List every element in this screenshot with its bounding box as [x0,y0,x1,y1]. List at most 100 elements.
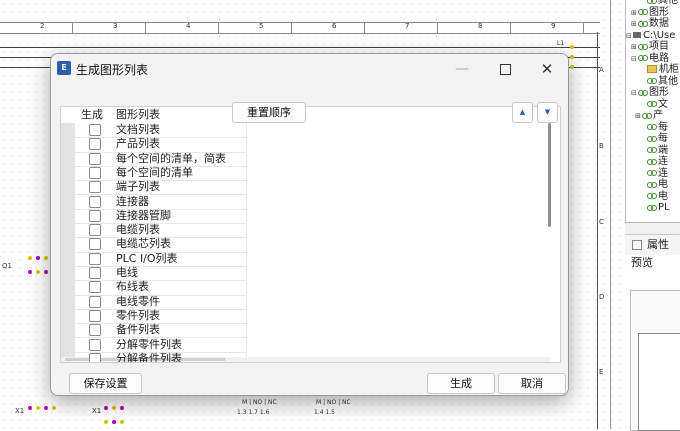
contact-numbers-1: 1.3 1.7 1.6 [237,409,270,416]
generate-checkbox[interactable] [89,166,101,179]
maximize-button[interactable] [484,54,526,84]
move-up-button[interactable]: ▲ [512,102,533,123]
ruler-number: 9 [551,22,556,30]
tree-item[interactable]: ⊟ C:\Use [626,30,675,41]
cancel-button[interactable]: 取消 [498,373,566,394]
tree-item[interactable]: ⊟ 电路 [631,53,669,64]
generate-checkbox[interactable] [89,324,101,337]
chain-icon [642,112,652,119]
tree-item[interactable]: ⊞ 产 [635,110,663,121]
tree-item[interactable]: 每 [640,122,668,133]
contact-header-2: M | NO | NC [316,399,351,406]
tree-item[interactable]: 每 [640,133,668,144]
generate-checkbox[interactable] [89,281,101,294]
tree-item[interactable]: 连 [640,156,668,167]
sheet-outer-border [610,0,611,429]
generate-checkbox[interactable] [89,195,101,208]
table-row[interactable]: 分解零件列表 [75,338,247,353]
tree-item[interactable]: ⊞ 项目 [631,41,669,52]
tree-expander-icon[interactable]: ⊟ [626,31,633,42]
tree-item-label: 机柜 [659,64,679,75]
table-row[interactable]: 布线表 [75,280,247,296]
table-row[interactable]: PLC I/O列表 [75,252,247,267]
table-row[interactable]: 分解备件列表 [75,352,247,362]
generate-checkbox[interactable] [89,238,101,251]
chain-icon [647,169,657,176]
list-name-cell: 连接器 [116,194,149,208]
list-name-cell: 端子列表 [116,180,160,194]
project-tree[interactable]: 其他 ⊞ 图形 ⊞ 数据 ⊟ C:\Use ⊞ 项目 ⊟ 电路 机柜 其他 ⊟ 图形文 ⊞ 产每每端连连电电 PL [625,0,680,222]
terminal [112,406,116,410]
generate-button[interactable]: 生成 [427,373,495,394]
tree-item[interactable]: 连 [640,168,668,179]
move-down-button[interactable]: ▼ [537,102,558,123]
terminal [36,256,40,260]
minimize-button[interactable]: — [441,54,483,84]
ruler-tick [218,23,219,33]
tree-item[interactable]: 文 [640,99,668,110]
list-name-cell: 电缆列表 [116,223,160,237]
generate-checkbox[interactable] [89,309,101,322]
tree-item[interactable]: ⊟ 图形 [631,87,669,98]
q1-label: Q1 [2,262,12,270]
tree-item[interactable]: 电 [640,179,668,190]
preview-header: 预览 [625,255,680,271]
tree-expander-icon[interactable]: ⊞ [631,42,638,53]
generate-checkbox[interactable] [89,181,101,194]
tab-properties[interactable]: 属性 [625,234,680,256]
col-header-generate[interactable]: 生成 [81,108,103,122]
vertical-scrollbar[interactable] [548,123,551,227]
table-row[interactable]: 每个空间的清单，简表 [75,152,247,167]
tree-item[interactable]: PL [640,202,670,213]
reset-order-button[interactable]: 重置顺序 [232,102,306,123]
table-row[interactable]: 电线零件 [75,295,247,310]
close-button[interactable]: ✕ [526,54,568,84]
generate-checkbox[interactable] [89,338,101,351]
tree-item[interactable]: 其他 [640,76,678,87]
tree-item[interactable]: 机柜 [640,64,679,75]
table-row[interactable]: 端子列表 [75,180,247,196]
tree-item[interactable]: 其他 [640,0,678,6]
col-header-list[interactable]: 图形列表 [116,108,160,122]
dialog-titlebar[interactable]: E 生成图形列表 — ✕ [51,54,568,84]
tree-expander-icon[interactable]: ⊞ [631,8,638,19]
table-row[interactable]: 连接器管脚 [75,209,247,225]
tree-expander-icon[interactable]: ⊞ [631,19,638,30]
tree-item-label: 电路 [649,52,669,64]
tree-expander-icon[interactable]: ⊟ [631,54,638,65]
table-row[interactable]: 电线 [75,266,247,282]
generate-checkbox[interactable] [89,352,101,362]
generate-checkbox[interactable] [89,124,101,136]
table-row[interactable]: 每个空间的清单 [75,166,247,182]
table-row[interactable]: 文档列表 [75,123,247,139]
table-row[interactable]: 零件列表 [75,309,247,325]
list-name-cell: 每个空间的清单，简表 [116,151,226,165]
table-row[interactable]: 备件列表 [75,323,247,339]
generate-checkbox[interactable] [89,224,101,237]
terminal [28,270,32,274]
tree-expander-icon[interactable]: ⊞ [635,111,642,122]
tree-item[interactable]: 电 [640,191,668,202]
generate-checkbox[interactable] [89,267,101,279]
table-row[interactable]: 电缆芯列表 [75,237,247,253]
chain-icon [647,123,657,130]
contact-header-1: M | NO | NC [242,399,277,406]
generate-checkbox[interactable] [89,138,101,151]
tree-item-label: 电 [658,190,668,202]
terminal [570,55,574,59]
tree-item[interactable]: ⊞ 图形 [631,7,669,18]
tree-item-label: 连 [658,167,668,179]
ruler-number: 3 [113,22,118,30]
table-row[interactable]: 产品列表 [75,137,247,153]
generate-checkbox[interactable] [89,209,101,222]
tree-item[interactable]: ⊞ 数据 [631,18,669,29]
tree-item[interactable]: 端 [640,145,668,156]
generate-checkbox[interactable] [89,295,101,308]
tree-item-label: PL [658,202,670,213]
table-row[interactable]: 连接器 [75,195,247,210]
row-letter: D [599,293,605,301]
save-settings-button[interactable]: 保存设置 [69,373,142,394]
generate-checkbox[interactable] [89,152,101,165]
tree-expander-icon[interactable]: ⊟ [631,88,638,99]
generate-checkbox[interactable] [89,252,101,265]
